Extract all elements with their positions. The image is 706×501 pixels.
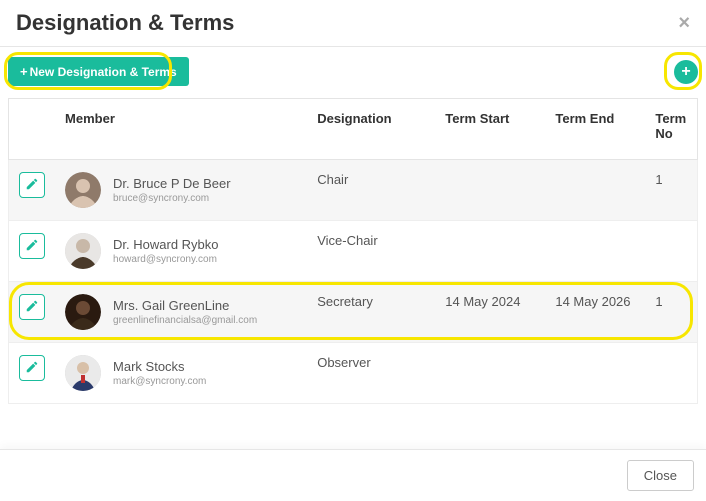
term-start-cell (435, 221, 545, 282)
avatar (65, 294, 101, 330)
col-header-term-start: Term Start (435, 99, 545, 160)
member-email: howard@syncrony.com (113, 254, 218, 265)
term-start-cell: 14 May 2024 (435, 282, 545, 343)
table-row: Mrs. Gail GreenLine greenlinefinancialsa… (9, 282, 698, 343)
col-header-term-end: Term End (545, 99, 645, 160)
member-email: bruce@syncrony.com (113, 193, 231, 204)
pencil-icon (25, 177, 39, 194)
term-end-cell (545, 221, 645, 282)
term-no-cell: 1 (645, 160, 697, 221)
term-no-cell (645, 343, 697, 404)
term-no-cell (645, 221, 697, 282)
designation-table: Member Designation Term Start Term End T… (8, 98, 698, 404)
member-email: greenlinefinancialsa@gmail.com (113, 315, 257, 326)
toolbar: + New Designation & Terms + (0, 47, 706, 98)
close-icon[interactable]: × (678, 13, 690, 33)
edit-button[interactable] (19, 294, 45, 320)
new-designation-label: New Designation & Terms (30, 65, 177, 79)
pencil-icon (25, 299, 39, 316)
member-email: mark@syncrony.com (113, 376, 206, 387)
page-title: Designation & Terms (16, 10, 234, 36)
plus-icon: + (681, 63, 690, 81)
edit-button[interactable] (19, 172, 45, 198)
edit-button[interactable] (19, 355, 45, 381)
col-header-member: Member (55, 99, 307, 160)
add-fab-button[interactable]: + (674, 60, 698, 84)
modal: Designation & Terms × + New Designation … (0, 0, 706, 501)
modal-header: Designation & Terms × (0, 0, 706, 47)
plus-icon: + (20, 64, 28, 79)
member-name: Mrs. Gail GreenLine (113, 298, 257, 313)
table-row: Mark Stocks mark@syncrony.com Observer (9, 343, 698, 404)
member-name: Dr. Bruce P De Beer (113, 176, 231, 191)
avatar (65, 355, 101, 391)
table-header-row: Member Designation Term Start Term End T… (9, 99, 698, 160)
term-end-cell (545, 343, 645, 404)
pencil-icon (25, 360, 39, 377)
term-end-cell (545, 160, 645, 221)
member-cell: Mark Stocks mark@syncrony.com (65, 355, 297, 391)
edit-button[interactable] (19, 233, 45, 259)
new-designation-button[interactable]: + New Designation & Terms (8, 57, 189, 86)
avatar (65, 172, 101, 208)
designation-cell: Chair (307, 160, 435, 221)
member-name: Dr. Howard Rybko (113, 237, 218, 252)
col-header-designation: Designation (307, 99, 435, 160)
modal-footer: Close (0, 449, 706, 501)
designation-cell: Secretary (307, 282, 435, 343)
member-cell: Dr. Bruce P De Beer bruce@syncrony.com (65, 172, 297, 208)
designation-cell: Vice-Chair (307, 221, 435, 282)
term-no-cell: 1 (645, 282, 697, 343)
term-start-cell (435, 160, 545, 221)
member-cell: Mrs. Gail GreenLine greenlinefinancialsa… (65, 294, 297, 330)
close-button[interactable]: Close (627, 460, 694, 491)
designation-cell: Observer (307, 343, 435, 404)
avatar (65, 233, 101, 269)
member-name: Mark Stocks (113, 359, 206, 374)
table-container: Member Designation Term Start Term End T… (0, 98, 706, 412)
col-header-term-no: Term No (645, 99, 697, 160)
member-cell: Dr. Howard Rybko howard@syncrony.com (65, 233, 297, 269)
table-row: Dr. Bruce P De Beer bruce@syncrony.com C… (9, 160, 698, 221)
term-end-cell: 14 May 2026 (545, 282, 645, 343)
table-row: Dr. Howard Rybko howard@syncrony.com Vic… (9, 221, 698, 282)
col-header-edit (9, 99, 56, 160)
term-start-cell (435, 343, 545, 404)
pencil-icon (25, 238, 39, 255)
